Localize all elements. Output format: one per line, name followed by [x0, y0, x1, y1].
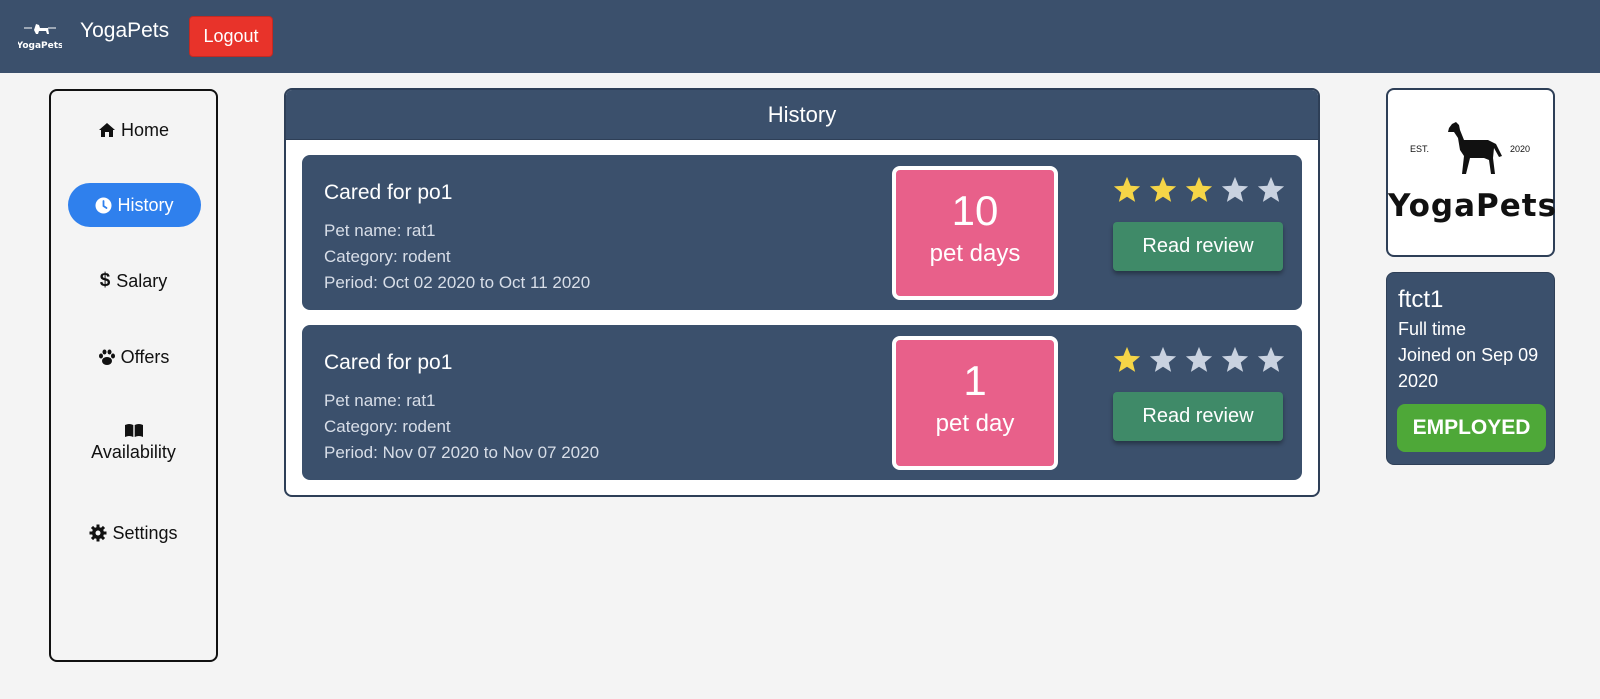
- pet-days-count: 1: [963, 357, 987, 404]
- dog-logo-icon: [1448, 122, 1502, 174]
- history-panel: History Cared for po1 Pet name: rat1 Cat…: [284, 88, 1320, 497]
- star-icon: [1257, 346, 1285, 372]
- profile-username: ftct1: [1398, 286, 1444, 313]
- sidebar-item-label: Availability: [91, 442, 176, 462]
- clock-icon: [95, 197, 112, 213]
- logout-button[interactable]: Logout: [189, 16, 273, 57]
- book-icon: [124, 424, 143, 437]
- logo-wordmark: YogaPets: [1388, 188, 1558, 224]
- join-date-year: 2020: [1398, 371, 1439, 391]
- star-icon: [1113, 176, 1141, 202]
- paw-icon: [98, 349, 115, 365]
- care-period: Period: Nov 07 2020 to Nov 07 2020: [324, 443, 600, 462]
- sidebar-item-home[interactable]: Home: [51, 118, 216, 142]
- history-card: Cared for po1 Pet name: rat1 Category: r…: [302, 325, 1302, 480]
- read-review-button[interactable]: Read review: [1113, 392, 1283, 441]
- employment-status-badge: EMPLOYED: [1397, 404, 1546, 452]
- star-icon: [1149, 346, 1177, 372]
- gear-icon: [89, 524, 107, 542]
- star-icon: [1185, 346, 1213, 372]
- logo-year-text: 2020: [1510, 144, 1531, 154]
- employment-type: Full time: [1398, 319, 1467, 339]
- star-icon: [1257, 176, 1285, 202]
- yogapets-logo-icon[interactable]: YogaPets: [18, 18, 62, 54]
- pet-category: Category: rodent: [324, 247, 451, 266]
- home-icon: [98, 123, 115, 137]
- history-card: Cared for po1 Pet name: rat1 Category: r…: [302, 155, 1302, 310]
- profile-card: ftct1 Full time Joined on Sep 09 2020 EM…: [1386, 272, 1555, 465]
- pet-days-label: pet day: [935, 410, 1015, 437]
- star-icon: [1221, 346, 1249, 372]
- logo-est-text: EST.: [1410, 144, 1430, 154]
- dollar-icon: $: [99, 270, 111, 291]
- star-rating: [1112, 175, 1286, 205]
- sidebar: Home History $ Salary Offers Availabilit…: [49, 89, 218, 662]
- star-icon: [1185, 176, 1213, 202]
- pet-category: Category: rodent: [324, 417, 451, 436]
- history-title: History: [286, 90, 1318, 140]
- star-icon: [1221, 176, 1249, 202]
- sidebar-item-salary[interactable]: $ Salary: [51, 269, 216, 293]
- sidebar-item-label: Settings: [112, 522, 178, 543]
- pet-name: Pet name: rat1: [324, 221, 436, 240]
- sidebar-item-availability[interactable]: Availability: [51, 419, 216, 467]
- sidebar-item-offers[interactable]: Offers: [51, 345, 216, 369]
- sidebar-item-label: Offers: [120, 346, 170, 367]
- yogapets-logo-card: EST. 2020 YogaPets: [1386, 88, 1558, 257]
- top-navbar: YogaPets YogaPets Logout: [0, 0, 1600, 73]
- read-review-button[interactable]: Read review: [1113, 222, 1283, 271]
- pet-days-label: pet days: [929, 240, 1021, 267]
- sidebar-item-settings[interactable]: Settings: [51, 521, 216, 545]
- star-icon: [1149, 176, 1177, 202]
- pet-days-box: 1 pet day: [892, 336, 1058, 470]
- sidebar-item-label: Salary: [116, 270, 168, 291]
- join-date: Joined on Sep 09: [1398, 345, 1539, 365]
- nav-logo-text: YogaPets: [18, 41, 62, 51]
- card-title: Cared for po1: [324, 181, 453, 204]
- star-icon: [1113, 346, 1141, 372]
- pet-days-box: 10 pet days: [892, 166, 1058, 300]
- pet-days-count: 10: [951, 187, 999, 234]
- brand-name[interactable]: YogaPets: [80, 19, 169, 43]
- star-rating: [1112, 345, 1286, 375]
- pet-name: Pet name: rat1: [324, 391, 436, 410]
- care-period: Period: Oct 02 2020 to Oct 11 2020: [324, 273, 591, 292]
- card-title: Cared for po1: [324, 351, 453, 374]
- sidebar-item-history[interactable]: History: [68, 183, 201, 227]
- sidebar-item-label: Home: [120, 119, 169, 140]
- sidebar-item-label: History: [117, 194, 174, 215]
